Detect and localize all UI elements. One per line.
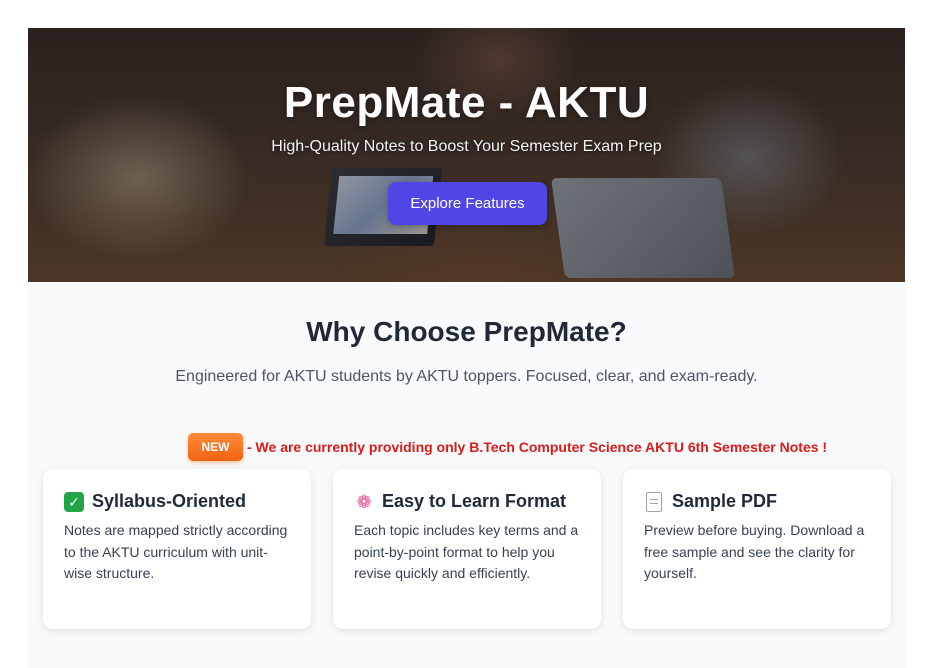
notice-text: - We are currently providing only B.Tech… bbox=[247, 439, 828, 455]
feature-card-title: ❁ Easy to Learn Format bbox=[354, 491, 581, 512]
check-icon: ✓ bbox=[64, 491, 84, 512]
hero-banner: PrepMate - AKTU High-Quality Notes to Bo… bbox=[28, 28, 905, 282]
feature-title: Sample PDF bbox=[672, 491, 778, 511]
hero-content: PrepMate - AKTU High-Quality Notes to Bo… bbox=[28, 28, 905, 282]
feature-description: Notes are mapped strictly according to t… bbox=[64, 522, 288, 581]
feature-card-format: ❁ Easy to Learn Format Each topic includ… bbox=[333, 469, 601, 629]
explore-features-button[interactable]: Explore Features bbox=[388, 182, 547, 225]
document-icon bbox=[646, 491, 662, 512]
feature-title: Syllabus-Oriented bbox=[92, 491, 247, 511]
feature-title: Easy to Learn Format bbox=[382, 491, 567, 511]
notice-banner: NEW - We are currently providing only B.… bbox=[188, 433, 827, 461]
feature-card-title: Sample PDF bbox=[644, 491, 871, 512]
new-badge: NEW bbox=[188, 433, 243, 461]
why-choose-section: Why Choose PrepMate? Engineered for AKTU… bbox=[28, 282, 905, 668]
feature-description: Preview before buying. Download a free s… bbox=[644, 522, 865, 581]
feature-card-title: ✓ Syllabus-Oriented bbox=[64, 491, 291, 512]
hero-subtitle: High-Quality Notes to Boost Your Semeste… bbox=[271, 138, 662, 155]
page: PrepMate - AKTU High-Quality Notes to Bo… bbox=[0, 0, 935, 668]
hero-title: PrepMate - AKTU bbox=[283, 78, 650, 127]
feature-card-sample: Sample PDF Preview before buying. Downlo… bbox=[623, 469, 891, 629]
feature-card-syllabus: ✓ Syllabus-Oriented Notes are mapped str… bbox=[43, 469, 311, 629]
feature-description: Each topic includes key terms and a poin… bbox=[354, 522, 579, 581]
brain-icon: ❁ bbox=[356, 491, 372, 512]
section-subtitle: Engineered for AKTU students by AKTU top… bbox=[175, 368, 758, 385]
section-title: Why Choose PrepMate? bbox=[306, 316, 627, 347]
